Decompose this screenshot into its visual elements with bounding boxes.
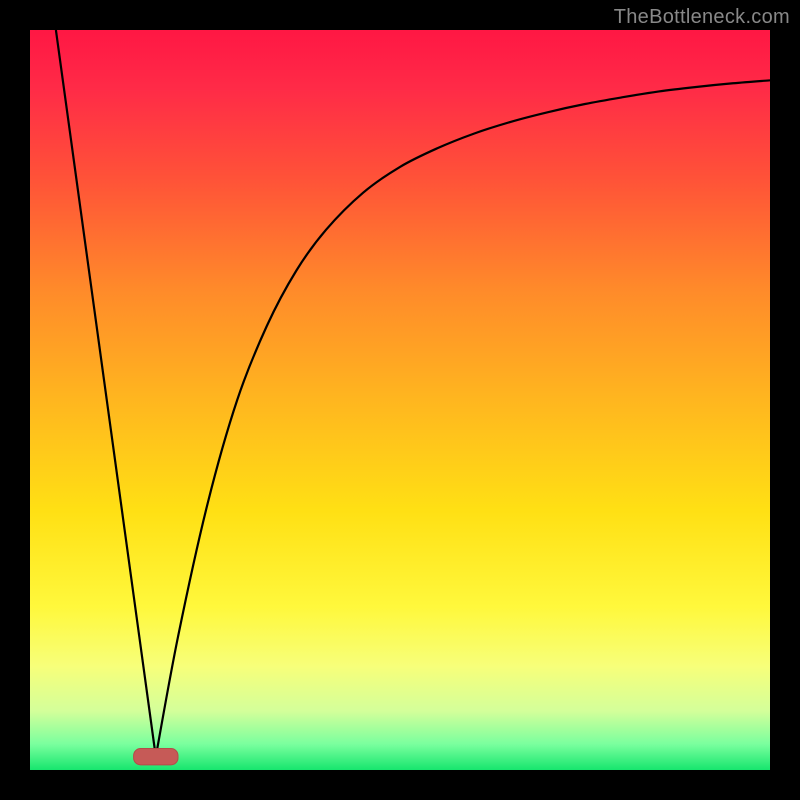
watermark-text: TheBottleneck.com: [614, 6, 790, 29]
chart-frame: TheBottleneck.com: [0, 0, 800, 800]
plot-area: [30, 30, 770, 770]
gradient-background: [30, 30, 770, 770]
minimum-marker: [134, 749, 178, 765]
chart-svg: [30, 30, 770, 770]
